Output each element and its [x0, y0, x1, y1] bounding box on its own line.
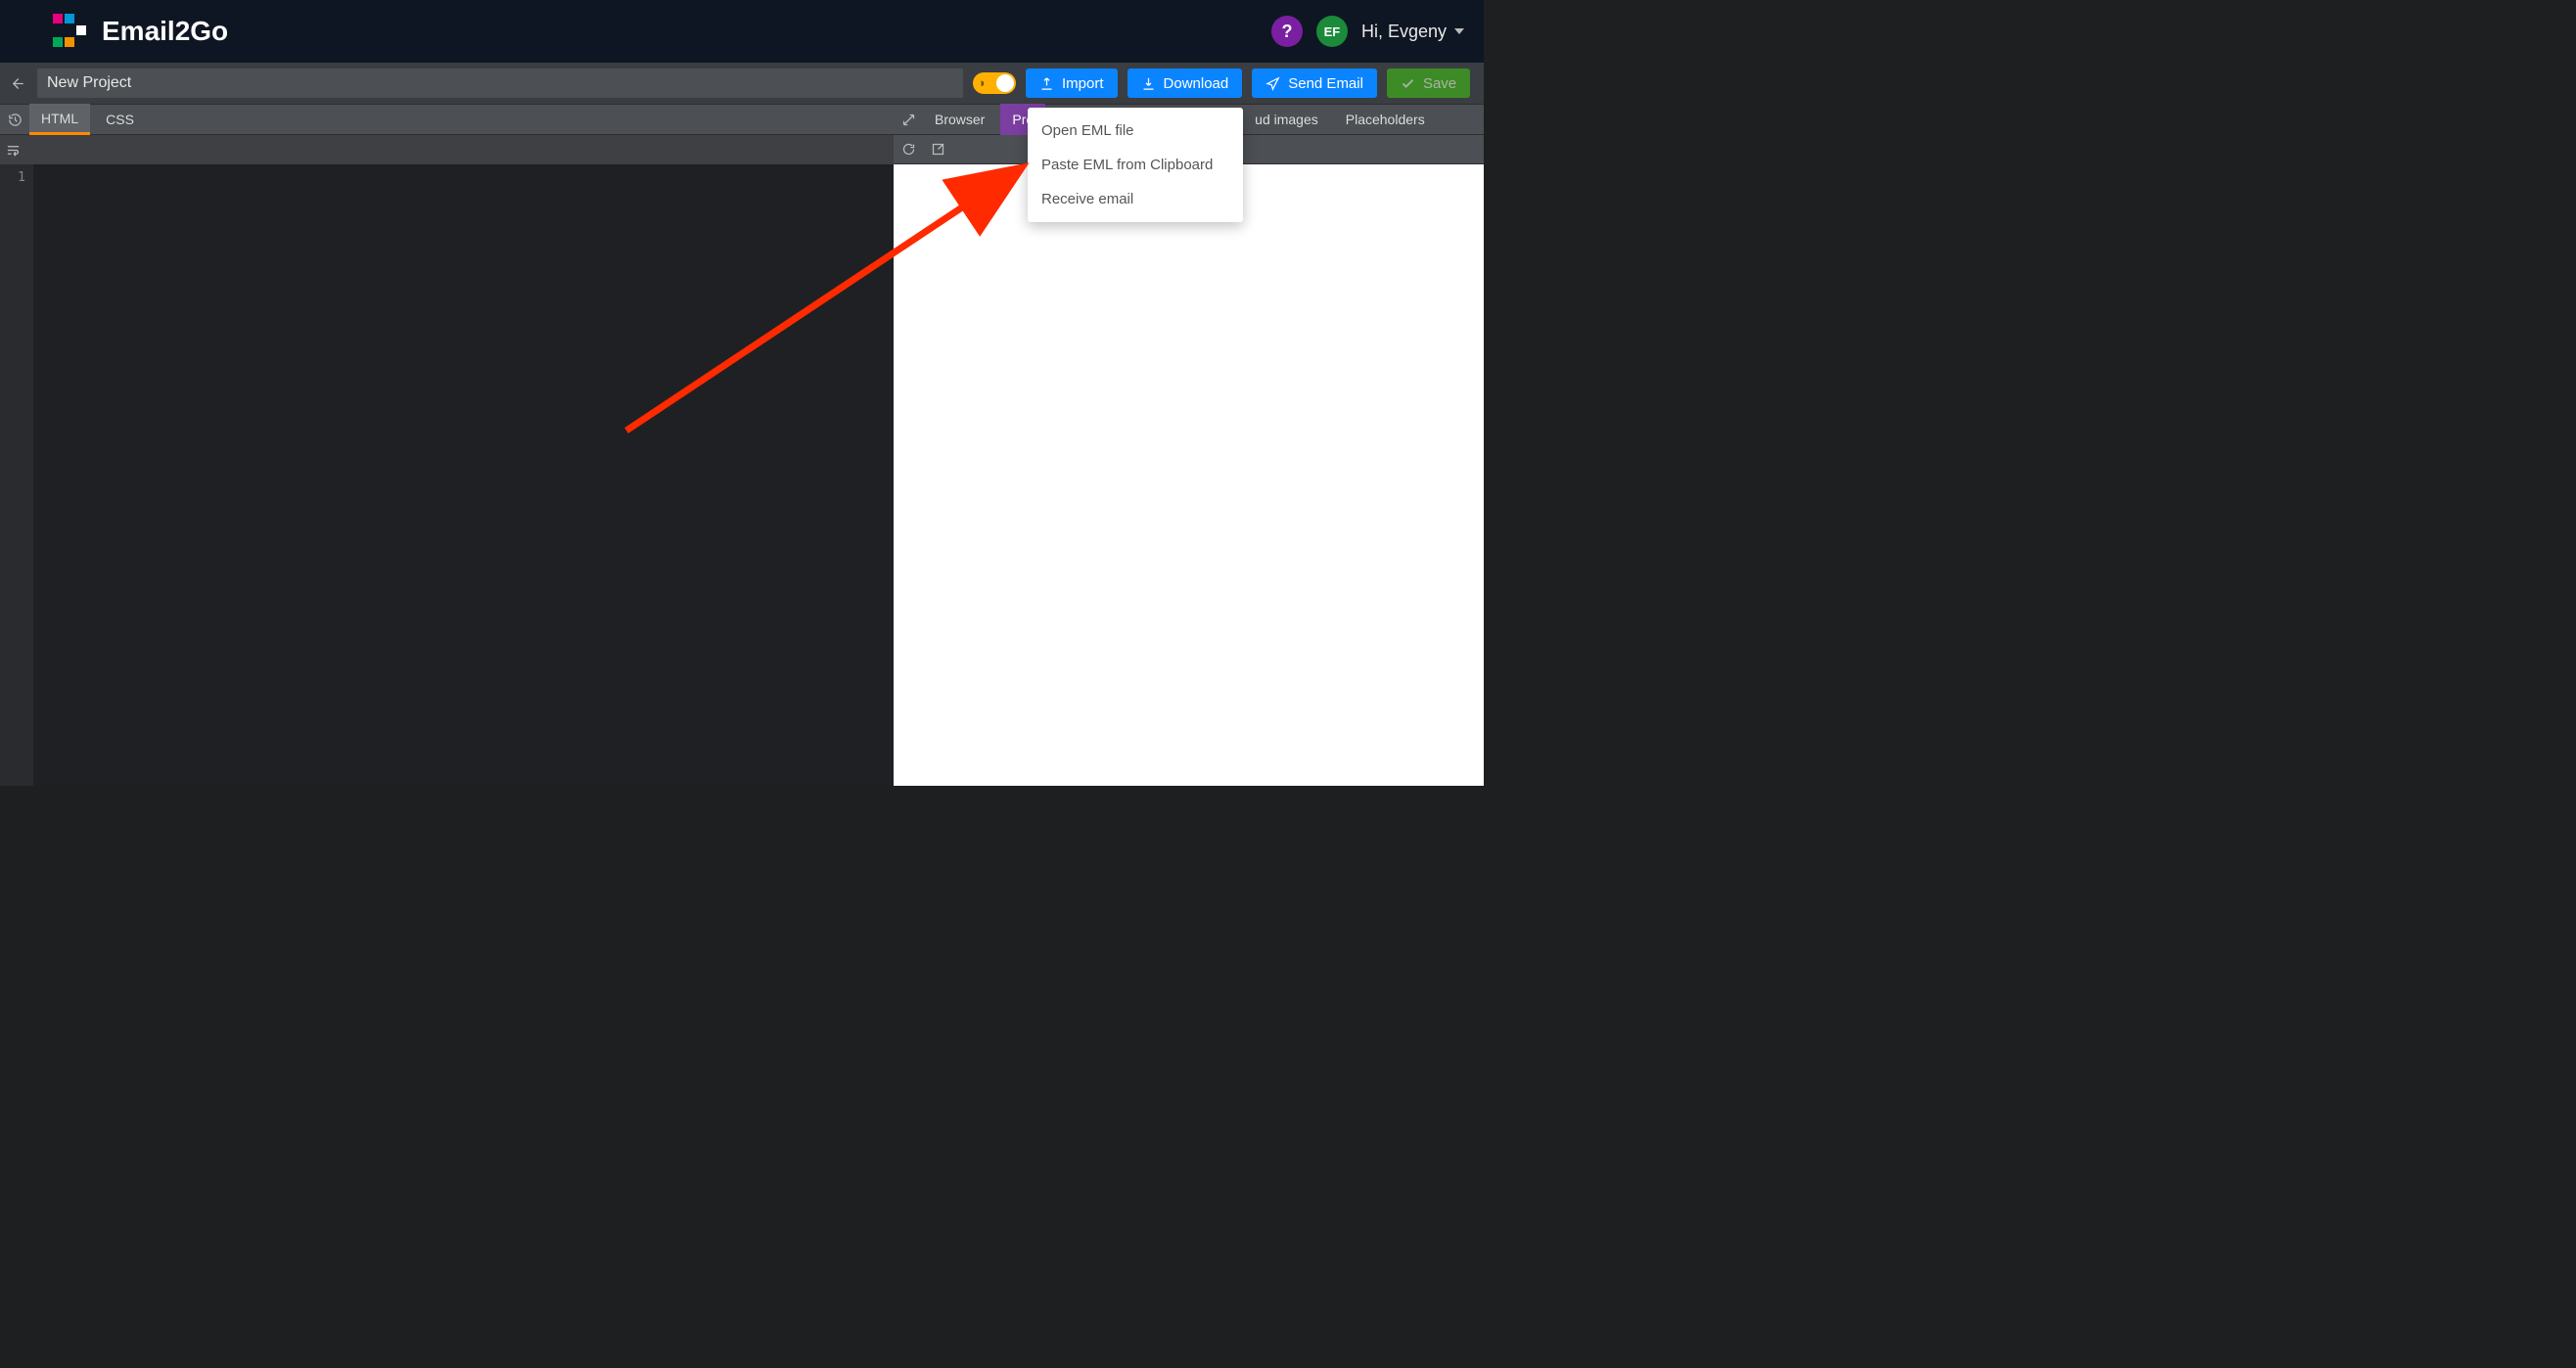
- tab-browser-label: Browser: [935, 112, 985, 127]
- import-dropdown: Open EML file Paste EML from Clipboard R…: [1028, 108, 1243, 222]
- tabs-bar: HTML CSS Browser Pre ud images Placehold…: [0, 104, 1484, 135]
- question-icon: ?: [1281, 22, 1292, 42]
- popout-icon: [931, 142, 945, 157]
- refresh-icon: [901, 142, 916, 157]
- import-receive-email[interactable]: Receive email: [1028, 182, 1243, 216]
- tab-placeholders[interactable]: Placeholders: [1334, 107, 1437, 132]
- import-open-eml-label: Open EML file: [1041, 122, 1134, 139]
- wrap-lines-button[interactable]: [0, 134, 25, 165]
- project-title-input[interactable]: [37, 68, 963, 98]
- user-menu[interactable]: Hi, Evgeny: [1361, 22, 1464, 42]
- app-header: Email2Go ? EF Hi, Evgeny: [0, 0, 1484, 63]
- save-label: Save: [1423, 75, 1456, 92]
- expand-icon: [901, 113, 916, 127]
- toggle-knob: [996, 74, 1014, 92]
- tab-cloud-images-label: ud images: [1255, 112, 1318, 127]
- preview-pane: [894, 135, 1484, 786]
- moon-icon: ◗: [979, 75, 987, 90]
- editor-pane: 1: [0, 135, 894, 786]
- tab-css-label: CSS: [106, 112, 134, 127]
- history-icon: [8, 113, 23, 127]
- chevron-down-icon: [1454, 28, 1464, 34]
- logo-icon: [53, 14, 88, 49]
- check-icon: [1401, 76, 1415, 91]
- editor-line-gutter: 1: [0, 164, 33, 786]
- send-icon: [1265, 76, 1280, 91]
- tab-cloud-images[interactable]: ud images: [1255, 107, 1330, 132]
- import-button[interactable]: Import: [1026, 68, 1118, 98]
- tab-placeholders-label: Placeholders: [1346, 112, 1425, 127]
- preview-canvas: [894, 164, 1484, 786]
- tab-html[interactable]: HTML: [29, 104, 90, 135]
- help-button[interactable]: ?: [1271, 16, 1303, 47]
- open-external-button[interactable]: [925, 134, 950, 165]
- import-paste-eml-label: Paste EML from Clipboard: [1041, 157, 1213, 173]
- import-label: Import: [1062, 75, 1104, 92]
- send-email-button[interactable]: Send Email: [1252, 68, 1377, 98]
- import-open-eml[interactable]: Open EML file: [1028, 114, 1243, 148]
- editor-tools-row: [0, 135, 894, 164]
- import-paste-eml[interactable]: Paste EML from Clipboard: [1028, 148, 1243, 182]
- back-button[interactable]: [6, 72, 27, 94]
- import-receive-email-label: Receive email: [1041, 191, 1133, 207]
- refresh-preview-button[interactable]: [896, 134, 921, 165]
- editor-history-button[interactable]: [2, 104, 27, 135]
- user-greeting-text: Hi, Evgeny: [1361, 22, 1447, 42]
- user-initials: EF: [1324, 24, 1341, 39]
- save-button[interactable]: Save: [1387, 68, 1470, 98]
- project-toolbar: ◗ Import Download Send Email Save: [0, 63, 1484, 104]
- app-name: Email2Go: [102, 16, 228, 47]
- download-icon: [1141, 76, 1156, 91]
- upload-icon: [1039, 76, 1054, 91]
- send-email-label: Send Email: [1288, 75, 1363, 92]
- tab-browser[interactable]: Browser: [923, 107, 996, 132]
- wrap-icon: [6, 143, 21, 158]
- main-split: 1: [0, 135, 1484, 786]
- code-editor[interactable]: [33, 164, 894, 786]
- tab-html-label: HTML: [41, 111, 78, 126]
- download-button[interactable]: Download: [1127, 68, 1243, 98]
- tab-css[interactable]: CSS: [94, 107, 146, 132]
- download-label: Download: [1164, 75, 1229, 92]
- user-avatar[interactable]: EF: [1316, 16, 1348, 47]
- arrow-left-icon: [10, 76, 24, 91]
- theme-toggle[interactable]: ◗: [973, 72, 1016, 94]
- expand-preview-button[interactable]: [896, 104, 921, 135]
- line-number: 1: [0, 170, 25, 185]
- app-logo[interactable]: Email2Go: [53, 14, 228, 49]
